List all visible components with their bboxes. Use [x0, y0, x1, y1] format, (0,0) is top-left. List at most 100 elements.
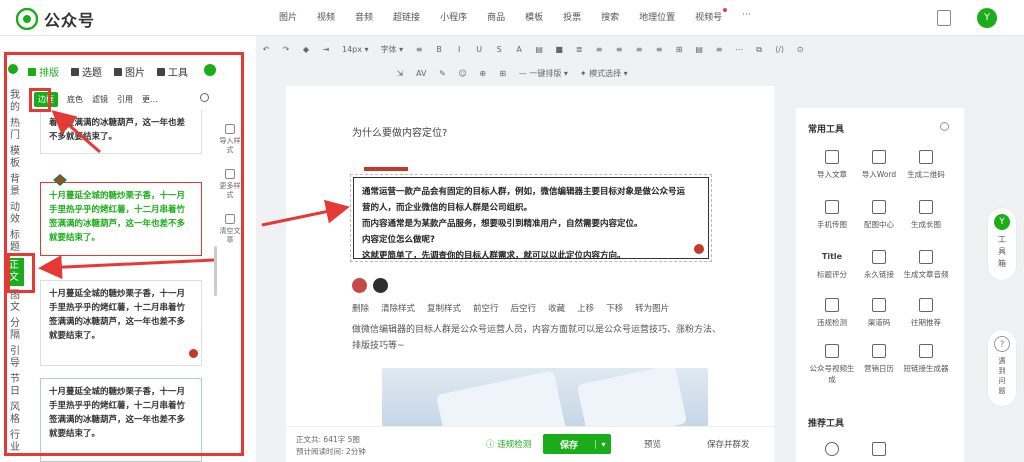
style-card[interactable]: 十月蔓延全城的糖炒栗子香，十一月手里热乎乎的烤红薯，十二月串着竹签满满的冰糖葫芦… [40, 378, 202, 462]
tool-item[interactable]: 导入文章 [806, 150, 858, 180]
article-heading[interactable]: 为什么要做内容定位? [352, 124, 447, 139]
subtab-quote[interactable]: 引用 [117, 94, 133, 105]
block-action-button[interactable]: 后空行 [511, 302, 537, 314]
category-item[interactable]: 正文 [8, 258, 24, 286]
toolbar-button[interactable]: ↶ [262, 45, 270, 54]
violation-check-button[interactable]: ⓘ 违规检测 [486, 438, 531, 450]
menu-item[interactable]: 投票 [563, 10, 581, 23]
category-item[interactable]: 分隔 [10, 318, 22, 342]
menu-item[interactable]: 图片 [279, 10, 297, 23]
toolbar-button[interactable]: B [435, 45, 443, 54]
category-item[interactable]: 动效 [10, 202, 22, 226]
tool-item[interactable]: 生成长图 [900, 200, 952, 230]
toolbar-button[interactable]: ≡ [635, 45, 643, 54]
toolbar-button[interactable]: ≡ [715, 45, 723, 54]
block-action-button[interactable]: 复制样式 [427, 302, 461, 314]
toolbar-button[interactable]: ↷ [282, 45, 290, 54]
toolbox-button[interactable]: Y 工具箱 [988, 208, 1016, 280]
toolbar-button[interactable]: ■ [555, 45, 563, 54]
toolbar-button[interactable]: ⊕ [479, 69, 487, 78]
gear-icon[interactable] [940, 122, 949, 131]
clear-article-button[interactable]: 清空文章 [217, 214, 243, 245]
recommend-tool[interactable] [806, 442, 858, 461]
tool-item[interactable]: 生成二维码 [900, 150, 952, 180]
menu-item[interactable]: 视频号 [695, 8, 728, 23]
article-image[interactable] [382, 368, 708, 426]
category-item[interactable]: 行业 [10, 430, 22, 454]
tool-item[interactable]: 永久链接 [853, 250, 905, 280]
toolbar-button[interactable]: ✎ [438, 69, 446, 78]
toolbar-button[interactable]: 14px ▾ [342, 45, 369, 54]
tool-item[interactable]: 手机传图 [806, 200, 858, 230]
toolbar-button[interactable]: ⊞ [499, 69, 507, 78]
toolbar-button[interactable]: ⇥ [322, 45, 330, 54]
subtab-border[interactable]: 边框 [34, 92, 58, 107]
menu-item[interactable]: 商品 [487, 10, 505, 23]
toolbar-button[interactable]: A [515, 45, 523, 54]
block-action-button[interactable]: 前空行 [473, 302, 499, 314]
tab-topics[interactable]: 选题 [71, 64, 102, 79]
color-swatch[interactable] [352, 278, 367, 293]
toolbar-button[interactable]: ≡ [595, 45, 603, 54]
toolbar-button[interactable]: ☺ [458, 69, 466, 78]
tool-item[interactable]: 公众号视频生成 [806, 344, 858, 385]
editor-canvas[interactable]: 为什么要做内容定位? 通常运营一款产品会有固定的目标人群，例如，微信编辑器主要目… [286, 86, 774, 426]
menu-item[interactable]: 地理位置 [639, 10, 675, 23]
preview-button[interactable]: 预览 [644, 438, 661, 450]
category-item[interactable]: 热门 [10, 118, 22, 142]
import-style-button[interactable]: 导入样式 [217, 124, 243, 155]
color-swatch[interactable] [373, 278, 388, 293]
logo[interactable]: 公众号 [16, 7, 95, 31]
style-card[interactable]: 十月蔓延全城的糖炒栗子香，十一月手里热乎乎的烤红薯，十二月串着竹签满满的冰糖葫芦… [40, 280, 202, 366]
paragraph[interactable]: 做微信编辑器的目标人群是公众号运营人员，内容方面就可以是公众号运营技巧、涨粉方法… [352, 322, 722, 354]
subtab-more[interactable]: 更... [142, 94, 158, 105]
search-icon[interactable] [200, 93, 209, 102]
menu-item[interactable]: 视频 [317, 10, 335, 23]
toolbar-button[interactable]: I [455, 45, 463, 54]
toolbar-button[interactable]: ⟨/⟩ [775, 45, 784, 54]
toolbar-button[interactable]: ⇲ [396, 69, 404, 78]
tool-item[interactable]: 导入Word [853, 150, 905, 180]
chevron-down-icon[interactable]: ▾ [595, 439, 611, 449]
category-item[interactable]: 风格 [10, 402, 22, 426]
toolbar-button[interactable]: U [475, 45, 483, 54]
style-card[interactable]: 着竹签满满的冰糖葫芦，这一年也差不多就要结束了。 [40, 110, 202, 154]
toolbar-button[interactable]: ≣ [575, 45, 583, 54]
save-button[interactable]: 保存 ▾ [543, 434, 611, 454]
toolbar-button[interactable]: ⋯ [735, 45, 743, 54]
category-item[interactable]: 图文 [10, 290, 22, 314]
menu-item[interactable]: 超链接 [393, 10, 420, 23]
toolbar-button[interactable]: 字体 ▾ [381, 44, 404, 55]
subtab-filter[interactable]: 滤镜 [92, 94, 108, 105]
tool-item[interactable]: 配图中心 [853, 200, 905, 230]
tool-item[interactable]: Title 标题评分 [806, 250, 858, 280]
tool-item[interactable]: 短链接生成器 [900, 344, 952, 374]
toolbar-button[interactable]: ✦ 模式选择 ▾ [580, 68, 628, 79]
block-action-button[interactable]: 下移 [606, 302, 623, 314]
tool-item[interactable]: 违规检测 [806, 298, 858, 328]
category-item[interactable]: 模板 [10, 146, 22, 170]
toolbar-button[interactable]: ⊙ [796, 45, 804, 54]
scrollbar[interactable] [214, 246, 217, 296]
category-item[interactable]: 背景 [10, 174, 22, 198]
category-item[interactable]: 引导 [10, 346, 22, 370]
toolbar-button[interactable]: AV [416, 69, 426, 78]
toolbar-button[interactable]: ≡ [615, 45, 623, 54]
toolbar-button[interactable]: S [495, 45, 503, 54]
tab-tools[interactable]: 工具 [157, 64, 188, 79]
status-dot[interactable] [204, 64, 216, 76]
selected-block[interactable]: 通常运营一款产品会有固定的目标人群，例如，微信编辑器主要目标对象是做公众号运 营… [350, 174, 712, 262]
help-button[interactable]: ? 遇到问题 [988, 330, 1016, 406]
quote-box[interactable]: 通常运营一款产品会有固定的目标人群，例如，微信编辑器主要目标对象是做公众号运 营… [353, 177, 709, 261]
toolbar-button[interactable]: ⧉ [755, 45, 763, 55]
subtab-background[interactable]: 底色 [67, 94, 83, 105]
avatar[interactable]: Y [977, 8, 997, 28]
menu-item[interactable]: ··· [742, 10, 751, 23]
toolbar-button[interactable]: ≡ [415, 45, 423, 54]
menu-item[interactable]: 音频 [355, 10, 373, 23]
menu-item[interactable]: 搜索 [601, 10, 619, 23]
category-item[interactable]: 标题 [10, 230, 22, 254]
block-action-button[interactable]: 转为图片 [635, 302, 669, 314]
tab-images[interactable]: 图片 [114, 64, 145, 79]
mobile-preview-icon[interactable] [937, 10, 951, 26]
